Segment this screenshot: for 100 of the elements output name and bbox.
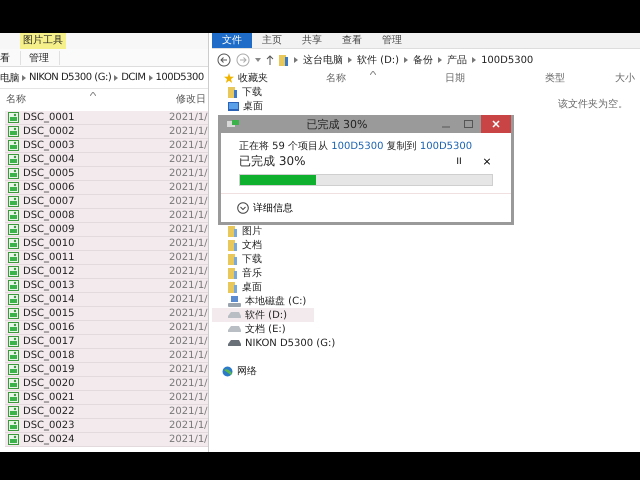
globe-icon [222, 366, 233, 376]
breadcrumb[interactable]: 100D5300 [156, 72, 204, 83]
column-header[interactable]: 大小 [615, 71, 635, 85]
nav-item[interactable]: 软件 (D:) [212, 308, 314, 322]
dialog-title: 已完成 30% [306, 116, 368, 132]
nav-item[interactable]: 图片 [212, 224, 314, 238]
file-row[interactable]: DSC_0010 2021/1/ [5, 237, 208, 251]
empty-folder-message: 该文件夹为空。 [558, 98, 629, 111]
ribbon-tab[interactable]: 看 [0, 50, 21, 64]
nav-item[interactable]: 本地磁盘 (C:) [212, 294, 314, 308]
chevron-icon [404, 57, 408, 63]
breadcrumb[interactable]: 这台电脑 [303, 53, 343, 67]
drive-icon [228, 326, 241, 332]
image-file-icon [8, 224, 19, 235]
file-row[interactable]: DSC_0003 2021/1/ [5, 139, 208, 153]
breadcrumb[interactable]: 100D5300 [481, 54, 534, 66]
file-row[interactable]: DSC_0022 2021/1/ [5, 405, 208, 419]
file-row[interactable]: DSC_0001 2021/1/ [5, 111, 208, 125]
file-row[interactable]: DSC_0008 2021/1/ [5, 209, 208, 223]
breadcrumb[interactable]: NIKON D5300 (G:) [29, 72, 112, 83]
file-row[interactable]: DSC_0023 2021/1/ [5, 419, 208, 433]
folder-icon [228, 282, 238, 292]
nav-item[interactable]: 文档 (E:) [212, 322, 314, 336]
nav-item[interactable]: NIKON D5300 (G:) [212, 336, 336, 350]
file-date: 2021/1/ [169, 238, 208, 249]
image-file-icon [8, 168, 19, 179]
pause-button[interactable]: II [453, 156, 465, 166]
up-arrow-icon[interactable] [266, 55, 274, 65]
breadcrumb[interactable]: 产品 [447, 53, 468, 67]
image-file-icon [8, 420, 19, 431]
file-name: DSC_0004 [23, 154, 76, 165]
image-file-icon [8, 350, 19, 361]
file-name: DSC_0017 [23, 336, 76, 347]
nav-item[interactable]: 下载 [212, 252, 314, 266]
file-row[interactable]: DSC_0004 2021/1/ [5, 153, 208, 167]
file-date: 2021/1/ [169, 266, 208, 277]
nav-item[interactable]: 下载 [212, 85, 314, 99]
file-row[interactable]: DSC_0006 2021/1/ [5, 181, 208, 195]
desktop-icon [228, 102, 239, 110]
file-row[interactable]: DSC_0020 2021/1/ [5, 377, 208, 391]
breadcrumb[interactable]: 电脑 [0, 70, 19, 84]
nav-item[interactable]: 桌面 [212, 280, 314, 294]
column-header[interactable]: 类型 [545, 71, 565, 85]
image-file-icon [8, 210, 19, 221]
nav-item[interactable]: 收藏夹 [212, 71, 314, 85]
dropdown-icon[interactable] [255, 58, 261, 62]
nav-item[interactable]: 文档 [212, 238, 314, 252]
file-name: DSC_0012 [23, 266, 76, 277]
file-row[interactable]: DSC_0017 2021/1/ [5, 335, 208, 349]
ribbon-tab[interactable]: 文件 [212, 33, 252, 48]
sort-icon [370, 71, 376, 75]
back-icon[interactable] [217, 53, 231, 67]
file-row[interactable]: DSC_0016 2021/1/ [5, 321, 208, 335]
folder-icon [228, 86, 238, 98]
file-date: 2021/1/ [169, 126, 208, 137]
ribbon-tab[interactable]: 管理 [372, 33, 412, 48]
column-header[interactable]: 修改日 [176, 92, 206, 106]
file-date: 2021/1/ [169, 252, 208, 263]
ribbon-tab[interactable]: 管理 [29, 50, 60, 64]
nav-item[interactable]: 桌面 [212, 99, 314, 113]
file-name: DSC_0002 [23, 126, 76, 137]
file-date: 2021/1/ [169, 294, 208, 305]
file-row[interactable]: DSC_0005 2021/1/ [5, 167, 208, 181]
file-row[interactable]: DSC_0018 2021/1/ [5, 349, 208, 363]
breadcrumb[interactable]: DCIM [121, 72, 146, 83]
ribbon-tab[interactable]: 共享 [292, 33, 332, 48]
file-row[interactable]: DSC_0002 2021/1/ [5, 125, 208, 139]
file-date: 2021/1/ [169, 140, 208, 151]
nav-item[interactable]: 音乐 [212, 266, 314, 280]
close-button[interactable] [481, 115, 511, 133]
column-header[interactable]: 日期 [445, 71, 465, 85]
column-header[interactable]: 名称 [6, 92, 26, 106]
ribbon-tab[interactable]: 查看 [332, 33, 372, 48]
file-row[interactable]: DSC_0012 2021/1/ [5, 265, 208, 279]
breadcrumb[interactable]: 备份 [413, 53, 434, 67]
maximize-icon [464, 120, 472, 128]
column-header[interactable]: 名称 [326, 71, 346, 85]
file-name: DSC_0001 [23, 112, 76, 123]
breadcrumb[interactable]: 软件 (D:) [357, 53, 400, 67]
file-row[interactable]: DSC_0019 2021/1/ [5, 363, 208, 377]
file-name: DSC_0005 [23, 168, 76, 179]
file-row[interactable]: DSC_0015 2021/1/ [5, 307, 208, 321]
file-row[interactable]: DSC_0014 2021/1/ [5, 293, 208, 307]
file-row[interactable]: DSC_0013 2021/1/ [5, 279, 208, 293]
picture-tools-tab[interactable]: 图片工具 [20, 33, 66, 49]
file-name: DSC_0009 [23, 224, 76, 235]
image-file-icon [8, 238, 19, 249]
file-row[interactable]: DSC_0021 2021/1/ [5, 391, 208, 405]
nav-item[interactable]: 网络 [212, 364, 314, 378]
file-row[interactable]: DSC_0009 2021/1/ [5, 223, 208, 237]
file-name: DSC_0023 [23, 420, 76, 431]
more-details-button[interactable]: 详细信息 [237, 201, 293, 215]
file-row[interactable]: DSC_0007 2021/1/ [5, 195, 208, 209]
image-file-icon [8, 266, 19, 277]
cancel-button[interactable]: × [481, 155, 493, 168]
ribbon-tab[interactable]: 主页 [252, 33, 292, 48]
file-row[interactable]: DSC_0011 2021/1/ [5, 251, 208, 265]
file-row[interactable]: DSC_0024 2021/1/ [5, 433, 208, 447]
forward-icon[interactable] [236, 53, 250, 67]
file-name: DSC_0024 [23, 434, 76, 445]
